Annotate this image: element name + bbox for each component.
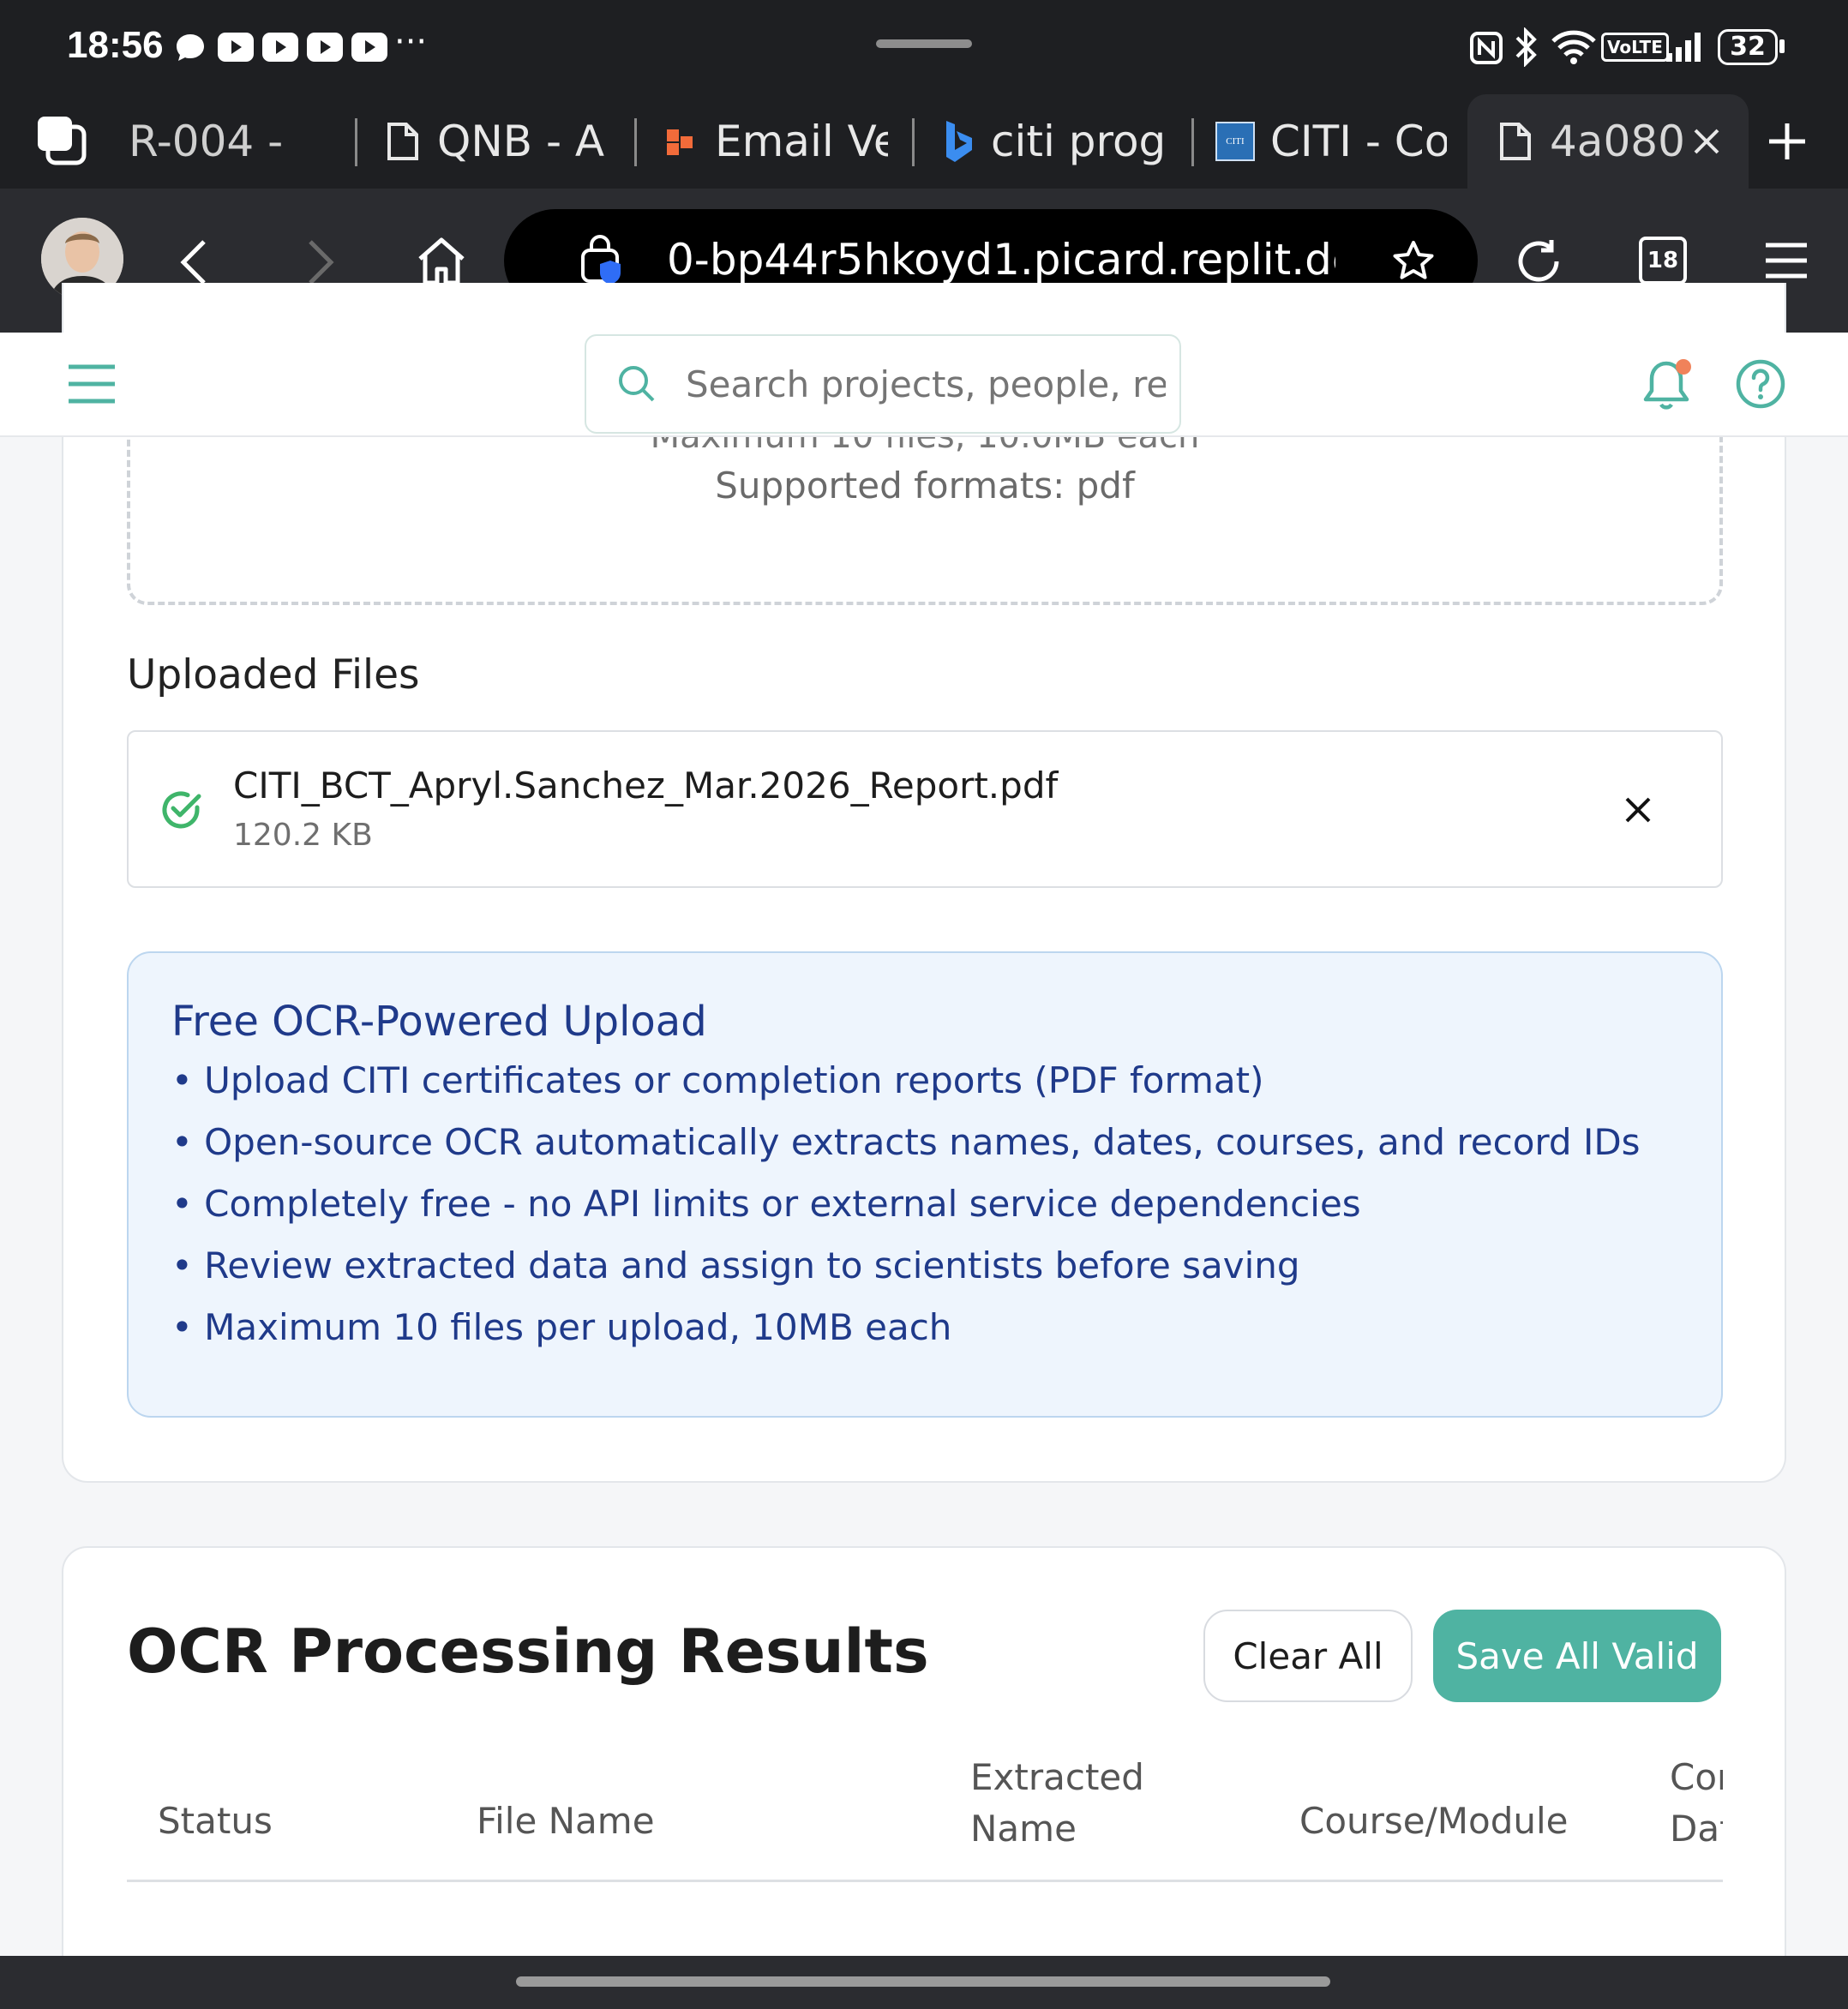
tab-count: 18 [1647,248,1679,273]
system-nav-bar [0,1956,1848,2009]
column-header-completion-date[interactable]: Cor Dat [1670,1762,1723,1855]
battery-level: 32 [1730,32,1766,62]
column-header-file-name[interactable]: File Name [477,1800,655,1842]
tab-label: QNB - A [437,117,605,166]
column-header-extracted-line1: Extracted [970,1762,1144,1798]
column-header-extracted-name[interactable]: Extracted Name [970,1762,1144,1855]
tab-label: citi prog [991,117,1166,166]
tab-divider [912,118,915,166]
bookmark-star-icon[interactable] [1392,240,1435,283]
results-title: OCR Processing Results [127,1616,929,1687]
app-header [0,333,1848,437]
tab-email[interactable]: Email Ve [665,94,888,189]
tab-label: R-004 - [129,117,284,166]
search-input[interactable] [686,363,1166,405]
info-item: • Open-source OCR automatically extracts… [171,1121,1641,1163]
email-verifier-icon [667,129,693,155]
tab-citi-prog[interactable]: citi prog [943,94,1166,189]
info-item: • Upload CITI certificates or completion… [171,1059,1264,1101]
column-header-completion-line1: Cor [1670,1762,1723,1798]
nfc-icon [1470,32,1503,64]
drag-handle[interactable] [876,39,972,48]
tab-switcher-icon[interactable] [33,111,91,170]
tab-divider [355,118,357,166]
tab-divider [634,118,637,166]
search-icon [619,366,655,402]
uploaded-file-item: CITI_BCT_Apryl.Sanchez_Mar.2026_Report.p… [127,730,1723,888]
save-all-valid-button[interactable]: Save All Valid [1433,1610,1721,1702]
tab-divider [1191,118,1194,166]
youtube-notification-icon [307,33,343,62]
results-table-header: Status File Name Extracted Name Course/M… [127,1762,1723,1882]
help-icon[interactable] [1735,358,1786,410]
youtube-notification-icon [262,33,298,62]
close-tab-icon[interactable] [1692,127,1721,156]
tab-label: 4a080 [1550,117,1685,166]
check-circle-icon [162,791,201,829]
status-time: 18:56 [67,24,164,66]
new-tab-icon[interactable] [1767,122,1807,161]
info-item: • Maximum 10 files per upload, 10MB each [171,1306,952,1348]
tab-citi[interactable]: CITI CITI - Co [1215,94,1447,189]
reload-icon[interactable] [1514,237,1563,286]
column-header-completion-line2: Dat [1670,1808,1723,1850]
tab-qnb[interactable]: QNB - A [386,94,617,189]
home-icon[interactable] [415,235,468,288]
browser-tab-strip: R-004 - QNB - A Email Ve citi prog CITI … [0,94,1848,189]
ocr-info-box: Free OCR-Powered Upload • Upload CITI ce… [127,951,1723,1418]
drop-zone-formats: Supported formats: pdf [715,465,1135,507]
chat-bubble-icon [177,34,204,61]
column-header-course[interactable]: Course/Module [1299,1800,1569,1842]
tab-active[interactable]: 4a080 [1467,94,1749,189]
volte-badge: VoLTE [1601,33,1669,62]
info-item: • Review extracted data and assign to sc… [171,1244,1300,1286]
signal-icon [1666,33,1701,62]
citi-favicon-text: CITI [1226,136,1245,147]
file-size: 120.2 KB [233,818,373,853]
info-item: • Completely free - no API limits or ext… [171,1183,1361,1225]
page-icon [1500,123,1531,160]
tab-count-button[interactable]: 18 [1639,237,1687,285]
status-bar: 18:56 ··· VoLTE 32 [0,0,1848,94]
home-gesture-bar[interactable] [516,1976,1330,1987]
back-icon[interactable] [178,238,209,286]
battery-tip [1779,39,1785,53]
tab-label: CITI - Co [1270,117,1447,166]
url-text[interactable]: 0-bp44r5hkoyd1.picard.replit.dev [667,235,1335,285]
tab-label: Email Ve [715,117,888,166]
citi-favicon-icon: CITI [1215,122,1255,161]
more-notifications-icon: ··· [394,22,428,62]
youtube-notification-icon [218,33,254,62]
bluetooth-icon [1515,27,1537,67]
youtube-notification-icon [351,33,387,62]
search-box[interactable] [585,334,1181,434]
uploaded-files-heading: Uploaded Files [127,651,420,699]
column-header-extracted-line2: Name [970,1808,1077,1850]
bing-icon [946,121,972,162]
hamburger-menu-icon[interactable] [67,363,117,405]
tab-r004[interactable]: R-004 - [129,94,343,189]
info-title: Free OCR-Powered Upload [171,998,707,1046]
page-icon [387,123,418,160]
remove-file-icon[interactable] [1623,795,1653,825]
battery-icon: 32 [1718,29,1778,65]
forward-icon[interactable] [305,238,336,286]
menu-icon[interactable] [1764,242,1809,279]
notification-bell-icon[interactable] [1641,355,1695,413]
clear-all-button[interactable]: Clear All [1203,1610,1413,1702]
results-card: OCR Processing Results Clear All Save Al… [62,1546,1786,1992]
column-header-status[interactable]: Status [158,1800,273,1842]
site-security-icon[interactable] [579,235,627,286]
wifi-icon [1551,30,1596,64]
file-name: CITI_BCT_Apryl.Sanchez_Mar.2026_Report.p… [233,765,1059,807]
